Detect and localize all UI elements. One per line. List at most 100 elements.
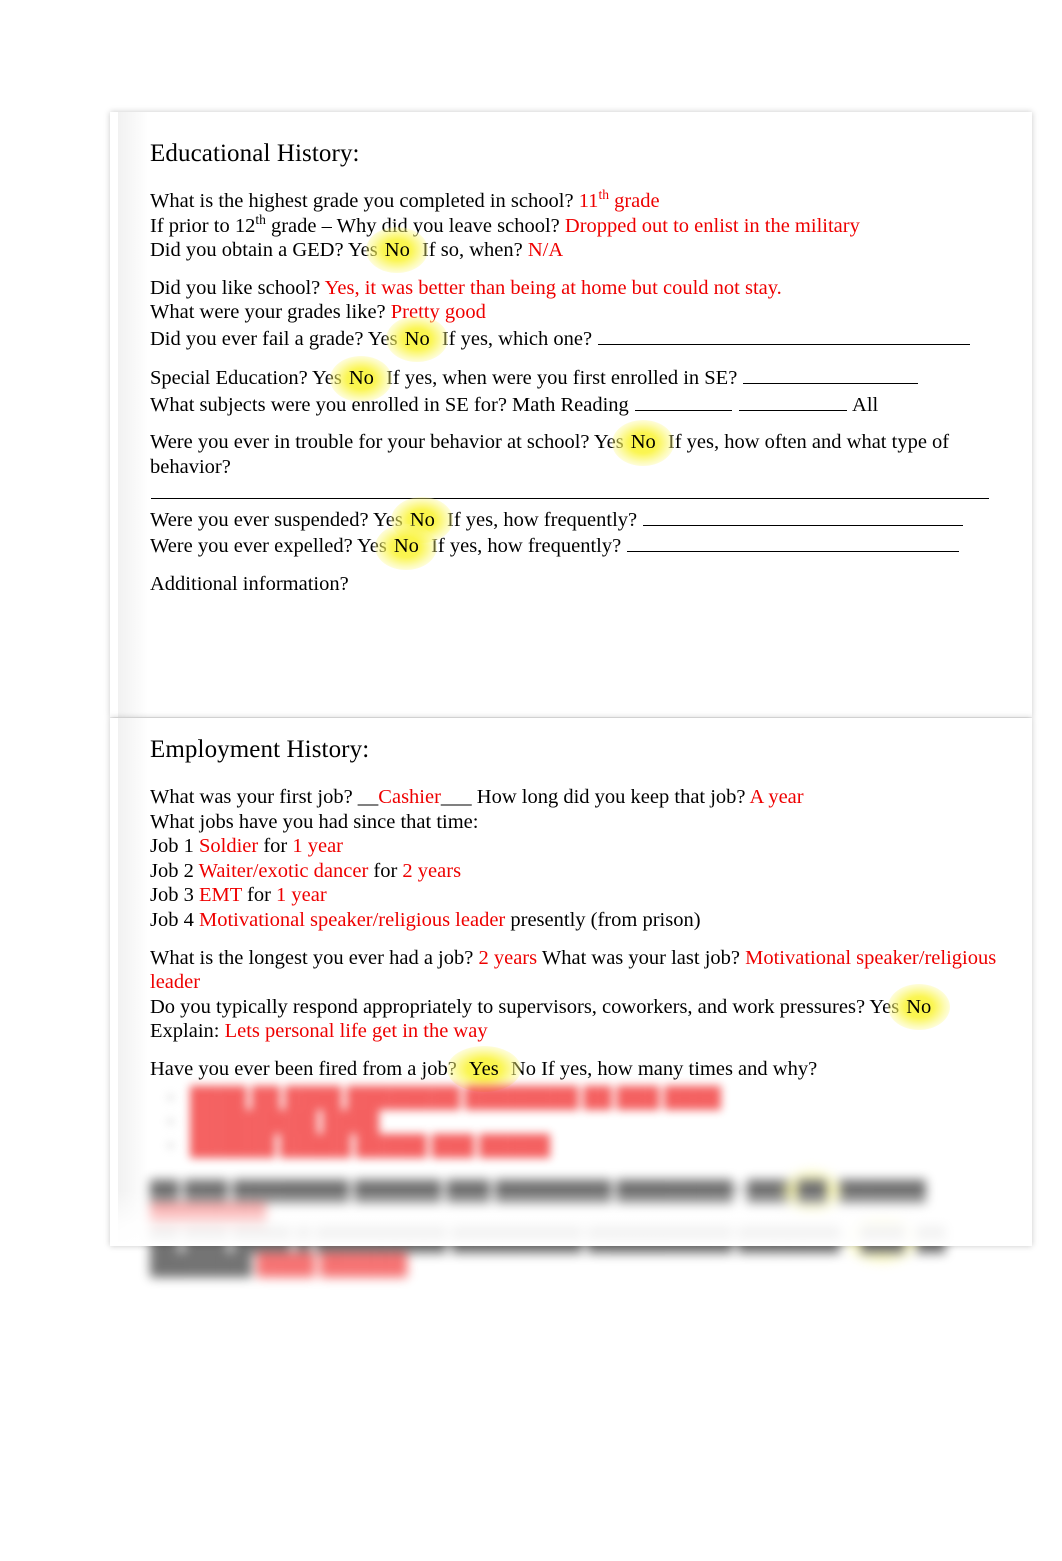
- vertical-spacer: [150, 559, 1032, 572]
- form-line-behavior-trouble: Were you ever in trouble for your behavi…: [150, 430, 1032, 506]
- form-line-jobs-since: What jobs have you had since that time:: [150, 810, 1032, 835]
- filled-answer-text: ████████: [150, 1205, 267, 1228]
- question-text: What jobs have you had since that time:: [150, 810, 479, 833]
- highlighted-answer-no[interactable]: No: [398, 327, 437, 352]
- question-text: What subjects were you enrolled in SE fo…: [150, 393, 634, 416]
- question-text: Were you ever suspended? Yes: [150, 508, 403, 531]
- filled-answer-text: 1 year: [292, 835, 344, 858]
- filled-answer-text: 2 years: [402, 859, 462, 882]
- redacted-tail-questions: ██ ███ ████████ ██████ ███ ████████ ████…: [150, 1180, 1032, 1278]
- form-line-explain: Explain: Lets personal life get in the w…: [150, 1019, 1032, 1044]
- filled-answer-text: grade: [608, 190, 660, 212]
- form-line-job-3: Job 3 EMT for 1 year: [150, 883, 1032, 908]
- blank-fill-in-rule[interactable]: [634, 391, 732, 411]
- question-text: If prior to 12: [150, 214, 256, 237]
- blank-fill-in-rule[interactable]: [739, 391, 848, 411]
- question-text: ██ ███ ████████ ██████ ███ ████████ ████…: [150, 1180, 791, 1203]
- filled-answer-text: Soldier: [198, 835, 259, 858]
- highlighted-answer-no[interactable]: No: [403, 508, 442, 533]
- question-text: ██ ███ ████ █ █████████ █████████ ██████…: [150, 1229, 854, 1252]
- question-text: What was your first job? __: [150, 786, 379, 808]
- highlighted-answer-███[interactable]: ███: [854, 1229, 912, 1254]
- question-text: ___ How long did you keep that job?: [440, 786, 750, 808]
- filled-answer-text: Cashier: [378, 786, 441, 808]
- ordinal-suffix: th: [255, 211, 266, 227]
- form-line-longest-job: What is the longest you ever had a job? …: [150, 946, 1032, 995]
- ordinal-suffix: th: [598, 187, 609, 203]
- question-text: If yes, when were you first enrolled in …: [380, 367, 743, 390]
- highlighted-answer-no[interactable]: No: [387, 534, 426, 559]
- question-text: ██████: [833, 1180, 926, 1203]
- page-title-educational-history: Educational History:: [150, 140, 360, 167]
- redacted-list-item: ████ ██ ████ ████████ ████████ ██ ███ ██…: [168, 1086, 1032, 1110]
- form-line-job-2: Job 2 Waiter/exotic dancer for 2 years: [150, 859, 1032, 884]
- blank-fill-in-rule[interactable]: [598, 325, 971, 345]
- filled-answer-text: EMT: [198, 884, 242, 907]
- question-text: Did you obtain a GED? Yes: [150, 239, 378, 262]
- question-text: Additional information?: [150, 572, 349, 595]
- question-text: What is the highest grade you completed …: [150, 190, 579, 212]
- vertical-spacer: [150, 417, 1032, 430]
- blank-fill-in-rule[interactable]: [743, 364, 919, 385]
- blank-fill-in-rule[interactable]: [151, 480, 989, 500]
- question-text: No If yes, how many times and why?: [505, 1057, 818, 1080]
- page-gutter-shadow: [118, 718, 148, 1246]
- form-line-suspended: Were you ever suspended? Yes No If yes, h…: [150, 506, 1032, 532]
- form-line-expelled: Were you ever expelled? Yes No If yes, ho…: [150, 532, 1032, 558]
- filled-answer-text: 11: [578, 190, 599, 212]
- highlighted-answer-no[interactable]: No: [899, 995, 938, 1020]
- form-line-first-job: What was your first job? __Cashier___ Ho…: [150, 785, 1032, 810]
- form-line-grades-like: What were your grades like? Pretty good: [150, 300, 1032, 325]
- question-text: Explain:: [150, 1020, 225, 1043]
- page-educational-history: Educational History: What is the highest…: [110, 112, 1032, 717]
- question-text: Job 2: [150, 859, 199, 882]
- filled-answer-text: 2 years: [478, 946, 538, 969]
- question-text: What were your grades like?: [150, 301, 391, 324]
- form-line-ged: Did you obtain a GED? Yes No If so, when?…: [150, 238, 1032, 263]
- question-text: What was your last job?: [537, 946, 746, 969]
- redacted-answer-list: ████ ██ ████ ████████ ████████ ██ ███ ██…: [150, 1086, 1032, 1158]
- form-body-educational-history: What is the highest grade you completed …: [150, 187, 1032, 597]
- question-text: If yes, how frequently?: [425, 535, 627, 558]
- form-line-ever-fired: Have you ever been fired from a job? Yes…: [150, 1057, 1032, 1082]
- question-text: Did you like school?: [150, 276, 325, 299]
- redacted-list-item: █████████ ████: [168, 1110, 1032, 1134]
- page-employment-history: Employment History: What was your first …: [110, 718, 1032, 1276]
- question-text: If yes, how frequently?: [441, 508, 643, 531]
- filled-answer-text: N/A: [527, 239, 564, 262]
- filled-answer-text: Pretty good: [390, 301, 486, 324]
- page-title-employment-history: Employment History:: [150, 736, 370, 763]
- question-text: Were you ever expelled? Yes: [150, 535, 387, 558]
- form-line-fail-grade: Did you ever fail a grade? Yes No If yes,…: [150, 325, 1032, 351]
- blank-fill-in-rule[interactable]: [627, 532, 960, 553]
- redacted-list-item: ██████ █████ █████ ███ █████: [168, 1134, 1032, 1158]
- question-text: Were you ever in trouble for your behavi…: [150, 431, 624, 454]
- question-text: Special Education? Yes: [150, 367, 342, 390]
- filled-answer-text: Waiter/exotic dancer: [198, 859, 369, 882]
- question-text: Job 4: [150, 908, 199, 931]
- redacted-form-line-2: ██ ███ ████ █ █████████ █████████ ██████…: [150, 1229, 1032, 1278]
- question-text: All: [848, 393, 879, 416]
- question-text: presently (from prison): [505, 908, 701, 931]
- highlighted-answer-no[interactable]: No: [342, 366, 381, 391]
- filled-answer-text: A year: [749, 786, 804, 808]
- filled-answer-text: ████ ██████: [256, 1254, 408, 1277]
- form-line-job-1: Job 1 Soldier for 1 year: [150, 834, 1032, 859]
- filled-answer-text: Motivational speaker/religious leader: [198, 908, 506, 931]
- form-line-leave-school: If prior to 12th grade – Why did you lea…: [150, 211, 1032, 239]
- question-text: If yes, which one?: [436, 327, 598, 350]
- blank-fill-in-rule[interactable]: [643, 506, 964, 526]
- question-text: for: [368, 859, 403, 882]
- form-line-additional-information: Additional information?: [150, 572, 1032, 597]
- question-text: Do you typically respond appropriately t…: [150, 995, 900, 1018]
- question-text: Have you ever been fired from a job?: [150, 1057, 462, 1080]
- filled-answer-text: Dropped out to enlist in the military: [564, 214, 860, 237]
- highlighted-answer-██[interactable]: ██: [790, 1180, 833, 1205]
- highlighted-answer-no[interactable]: No: [624, 430, 663, 455]
- question-text: grade – Why did you leave school?: [265, 214, 565, 237]
- question-text: for: [241, 884, 277, 907]
- highlighted-answer-no[interactable]: No: [378, 238, 417, 263]
- vertical-spacer: [150, 1044, 1032, 1057]
- highlighted-answer-yes[interactable]: Yes: [462, 1057, 506, 1082]
- question-text: If so, when?: [416, 239, 528, 262]
